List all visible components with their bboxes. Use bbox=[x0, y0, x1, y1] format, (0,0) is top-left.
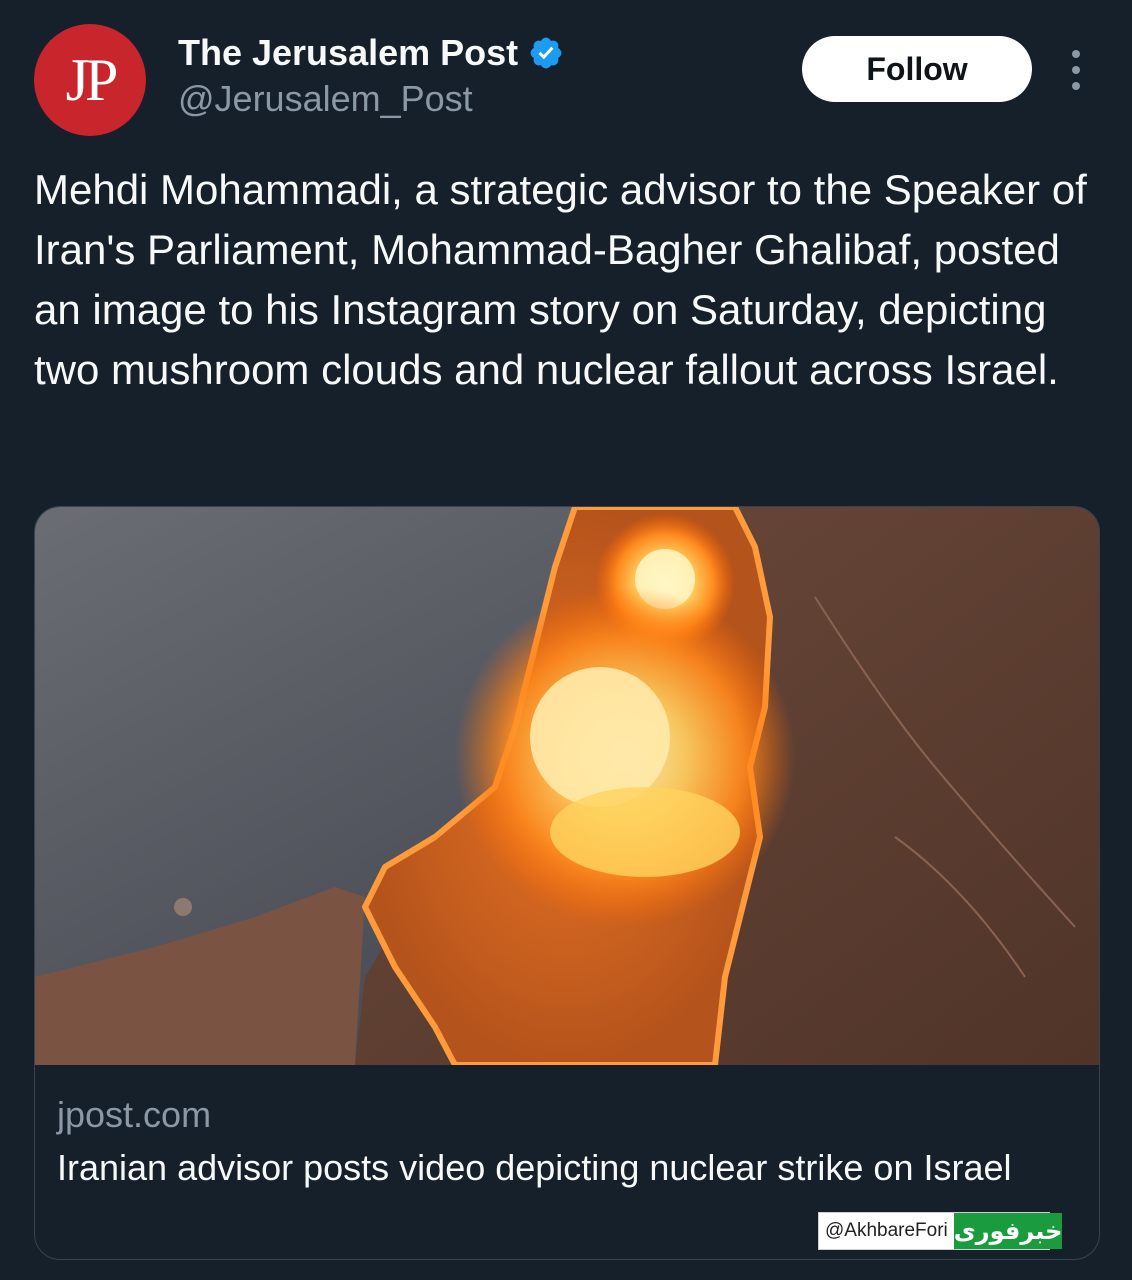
account-name-row: The Jerusalem Post bbox=[178, 32, 564, 74]
link-card[interactable]: jpost.com Iranian advisor posts video de… bbox=[34, 506, 1100, 1260]
watermark: @AkhbareFori خبرفوری bbox=[818, 1212, 1063, 1250]
account-handle[interactable]: @Jerusalem_Post bbox=[178, 78, 473, 120]
account-display-name[interactable]: The Jerusalem Post bbox=[178, 32, 518, 74]
follow-button[interactable]: Follow bbox=[802, 36, 1032, 102]
card-title[interactable]: Iranian advisor posts video depicting nu… bbox=[57, 1143, 1037, 1193]
watermark-handle: @AkhbareFori bbox=[819, 1213, 954, 1249]
more-vertical-icon[interactable] bbox=[1064, 50, 1088, 90]
verified-badge-icon bbox=[530, 37, 562, 69]
card-domain[interactable]: jpost.com bbox=[57, 1091, 1077, 1139]
tweet-text: Mehdi Mohammadi, a strategic advisor to … bbox=[34, 166, 1087, 393]
watermark-logo: خبرفوری bbox=[953, 1213, 1063, 1249]
account-avatar[interactable]: JP bbox=[34, 24, 146, 136]
card-image-nuclear-map[interactable] bbox=[35, 507, 1100, 1065]
jp-logo-text: JP bbox=[65, 46, 119, 113]
card-meta: jpost.com Iranian advisor posts video de… bbox=[57, 1091, 1077, 1193]
